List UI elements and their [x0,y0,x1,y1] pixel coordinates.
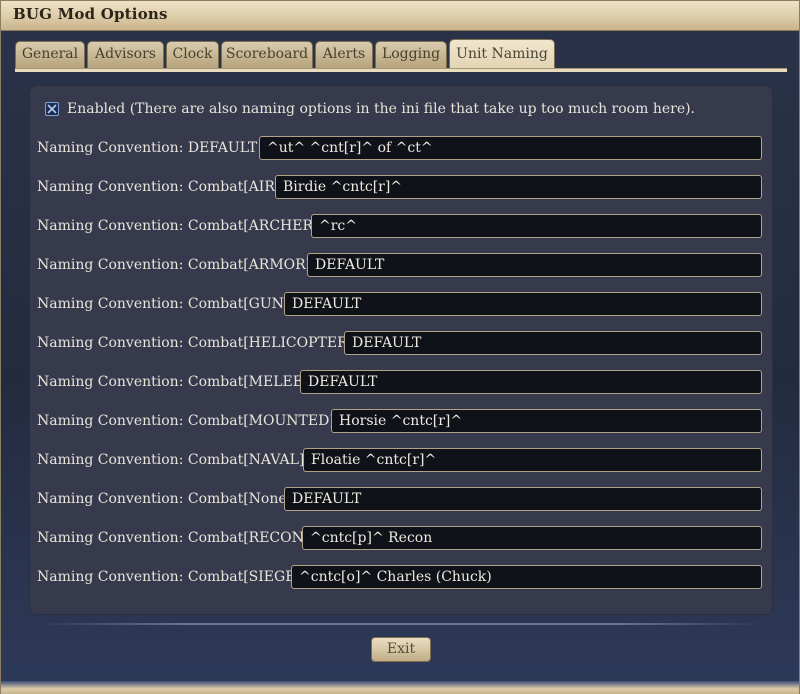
naming-row-archer: Naming Convention: Combat[ARCHER] [37,214,318,238]
naming-row-air: Naming Convention: Combat[AIR] [37,175,280,199]
naming-input-default[interactable]: ^ut^ ^cnt[r]^ of ^ct^ [259,136,762,160]
naming-row-recon: Naming Convention: Combat[RECON] [37,526,309,550]
tab-advisors[interactable]: Advisors [87,41,164,68]
naming-input-recon[interactable]: ^cntc[p]^ Recon [302,526,762,550]
title-bar: BUG Mod Options [1,1,799,31]
naming-input-mounted[interactable]: Horsie ^cntc[r]^ [331,409,762,433]
naming-label: Naming Convention: Combat[None] [37,491,293,507]
naming-label: Naming Convention: Combat[HELICOPTER] [37,335,354,351]
naming-input-melee[interactable]: DEFAULT [300,370,762,394]
naming-label: Naming Convention: Combat[RECON] [37,530,310,546]
naming-input-archer[interactable]: ^rc^ [311,214,762,238]
naming-label: Naming Convention: Combat[GUN] [37,296,290,312]
divider [39,623,763,625]
tab-logging[interactable]: Logging [375,41,447,68]
naming-row-helicopter: Naming Convention: Combat[HELICOPTER] [37,331,353,355]
naming-row-naval: Naming Convention: Combat[NAVAL] [37,448,304,472]
naming-input-gun[interactable]: DEFAULT [284,292,762,316]
tab-clock[interactable]: Clock [166,41,219,68]
naming-row-mounted: Naming Convention: Combat[MOUNTED] [37,409,335,433]
enabled-checkbox[interactable] [45,102,59,116]
tab-general[interactable]: General [15,41,85,68]
checkbox-checked-icon [47,104,57,114]
naming-label: Naming Convention: Combat[MELEE] [37,374,309,390]
enabled-label: Enabled (There are also naming options i… [67,101,696,117]
naming-input-none[interactable]: DEFAULT [284,487,762,511]
options-window: BUG Mod Options General Advisors Clock S… [0,0,800,694]
naming-label: Naming Convention: DEFAULT [37,140,258,156]
tab-underline [15,68,787,72]
naming-label: Naming Convention: Combat[AIR] [37,179,281,195]
naming-input-naval[interactable]: Floatie ^cntc[r]^ [303,448,762,472]
naming-label: Naming Convention: Combat[ARMOR] [37,257,312,273]
naming-input-helicopter[interactable]: DEFAULT [344,331,762,355]
window-title: BUG Mod Options [13,5,168,23]
naming-label: Naming Convention: Combat[ARCHER] [37,218,319,234]
exit-button[interactable]: Exit [371,637,431,662]
naming-label: Naming Convention: Combat[NAVAL] [37,452,305,468]
window-bottom-border [1,681,799,694]
naming-row-melee: Naming Convention: Combat[MELEE] [37,370,308,394]
enabled-option: Enabled (There are also naming options i… [45,99,695,119]
naming-input-air[interactable]: Birdie ^cntc[r]^ [275,175,762,199]
naming-label: Naming Convention: Combat[MOUNTED] [37,413,335,429]
naming-label: Naming Convention: Combat[SIEGE] [37,569,301,585]
naming-row-armor: Naming Convention: Combat[ARMOR] [37,253,311,277]
naming-input-siege[interactable]: ^cntc[o]^ Charles (Chuck) [291,565,762,589]
naming-input-armor[interactable]: DEFAULT [307,253,762,277]
tab-alerts[interactable]: Alerts [315,41,373,68]
tab-unit-naming[interactable]: Unit Naming [449,39,555,69]
naming-row-none: Naming Convention: Combat[None] [37,487,292,511]
naming-row-default: Naming Convention: DEFAULT [37,136,257,160]
naming-row-gun: Naming Convention: Combat[GUN] [37,292,289,316]
tab-scoreboard[interactable]: Scoreboard [221,41,313,68]
naming-row-siege: Naming Convention: Combat[SIEGE] [37,565,301,589]
